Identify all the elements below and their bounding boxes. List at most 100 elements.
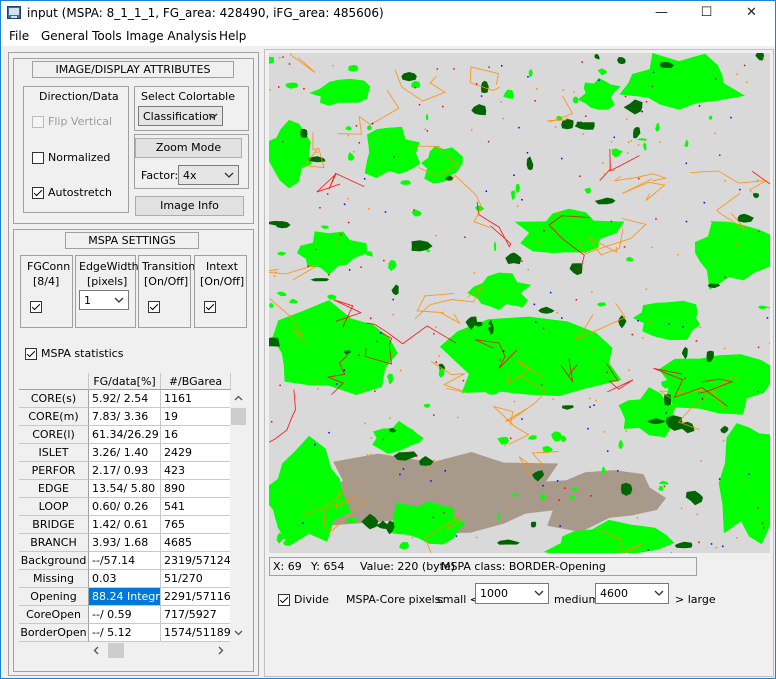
scroll-left-icon[interactable] (93, 646, 99, 655)
menu-image-analysis[interactable]: Image Analysis (126, 29, 217, 43)
status-y: Y: 654 (311, 560, 345, 573)
table-row-header: CORE(s) (19, 390, 89, 408)
fgconn-label: FGConn (27, 260, 71, 273)
table-horizontal-scroll-thumb[interactable] (108, 643, 124, 658)
table-cell-count[interactable]: 2291/57116 (161, 588, 231, 606)
intext-label: Intext (206, 260, 238, 273)
table-row-header: CORE(m) (19, 408, 89, 426)
table-cell-count[interactable]: 4685 (161, 534, 231, 552)
table-cell-fg[interactable]: --/ 0.59 (89, 606, 161, 624)
mspa-map-canvas[interactable] (269, 53, 770, 553)
column-header-fg[interactable]: FG/data[%] (89, 373, 161, 390)
menu-help[interactable]: Help (219, 29, 246, 43)
edgewidth-sub-label: [pixels] (87, 275, 128, 288)
colortable-select[interactable]: Classification (138, 106, 223, 126)
title-bar: input (MSPA: 8_1_1_1, FG_area: 428490, i… (1, 1, 775, 26)
medium-label: medium (554, 593, 600, 606)
table-cell-fg[interactable]: 5.92/ 2.54 (89, 390, 161, 408)
table-cell-count[interactable]: 19 (161, 408, 231, 426)
chevron-down-icon (534, 590, 544, 596)
table-row-header: EDGE (19, 480, 89, 498)
table-cell-fg[interactable]: 0.60/ 0.26 (89, 498, 161, 516)
normalized-checkbox[interactable] (32, 152, 44, 164)
table-cell-count[interactable]: 1574/51189 (161, 624, 231, 642)
table-cell-count[interactable]: 765 (161, 516, 231, 534)
table-cell-count[interactable]: 51/270 (161, 570, 231, 588)
flip-vertical-label: Flip Vertical (48, 115, 113, 128)
intext-checkbox[interactable] (204, 301, 216, 313)
intext-sub-label: [On/Off] (200, 275, 245, 288)
close-button[interactable]: ✕ (729, 1, 774, 26)
maximize-button[interactable]: ☐ (684, 1, 729, 26)
image-info-button[interactable]: Image Info (135, 196, 244, 216)
edgewidth-label: EdgeWidth (79, 260, 139, 273)
edgewidth-select[interactable]: 1 (79, 290, 129, 310)
table-cell-fg[interactable]: --/57.14 (89, 552, 161, 570)
table-cell-count[interactable]: 423 (161, 462, 231, 480)
table-row-header: PERFOR (19, 462, 89, 480)
table-cell-fg[interactable]: 3.93/ 1.68 (89, 534, 161, 552)
mspa-statistics-label: MSPA statistics (41, 347, 124, 360)
table-cell-fg[interactable]: 61.34/26.29 (89, 426, 161, 444)
table-row-header: Opening (19, 588, 89, 606)
factor-value: 4x (183, 169, 197, 182)
small-label: small < (437, 593, 480, 606)
medium-threshold-select[interactable]: 4600 (595, 583, 669, 604)
column-header-bgarea[interactable]: #/BGarea (161, 373, 231, 390)
table-cell-fg[interactable]: 7.83/ 3.36 (89, 408, 161, 426)
table-vertical-scrollbar[interactable] (230, 390, 247, 642)
factor-select[interactable]: 4x (178, 165, 239, 185)
small-threshold-select[interactable]: 1000 (475, 583, 549, 604)
chevron-down-icon (224, 172, 234, 178)
table-row-header: CORE(l) (19, 426, 89, 444)
table-cell-count[interactable]: 890 (161, 480, 231, 498)
fgconn-checkbox[interactable] (30, 301, 42, 313)
transition-sub-label: [On/Off] (144, 275, 189, 288)
table-cell-count[interactable]: 1161 (161, 390, 231, 408)
main-window: input (MSPA: 8_1_1_1, FG_area: 428490, i… (0, 0, 776, 679)
scroll-down-icon[interactable] (234, 630, 243, 636)
scroll-right-icon[interactable] (218, 646, 224, 655)
transition-checkbox[interactable] (148, 301, 160, 313)
table-cell-count[interactable]: 2429 (161, 444, 231, 462)
table-cell-fg[interactable]: 88.24 Integrity (89, 588, 161, 606)
mspa-map-image[interactable] (269, 53, 770, 553)
colortable-label: Select Colortable (141, 90, 236, 103)
status-x: X: 69 (273, 560, 302, 573)
autostretch-checkbox[interactable] (32, 187, 44, 199)
table-cell-fg[interactable]: 3.26/ 1.40 (89, 444, 161, 462)
table-cell-count[interactable]: 717/5927 (161, 606, 231, 624)
scroll-up-icon[interactable] (234, 395, 243, 401)
minimize-button[interactable]: — (639, 1, 684, 26)
direction-data-label: Direction/Data (39, 90, 119, 103)
table-cell-fg[interactable]: 2.17/ 0.93 (89, 462, 161, 480)
divide-checkbox[interactable] (278, 594, 290, 606)
chevron-down-icon (114, 297, 124, 303)
table-row-header: BRANCH (19, 534, 89, 552)
core-pixels-label: MSPA-Core pixels: (346, 593, 445, 606)
menu-file[interactable]: File (9, 29, 29, 43)
table-horizontal-scrollbar[interactable] (87, 642, 230, 659)
app-icon (7, 6, 21, 19)
table-cell-count[interactable]: 16 (161, 426, 231, 444)
table-row-header: Missing (19, 570, 89, 588)
table-row-header: LOOP (19, 498, 89, 516)
window-title: input (MSPA: 8_1_1_1, FG_area: 428490, i… (27, 6, 384, 20)
zoom-mode-button[interactable]: Zoom Mode (135, 138, 242, 158)
transition-label: Transition (142, 260, 196, 273)
menu-general-tools[interactable]: General Tools (41, 29, 122, 43)
status-bar: X: 69 Y: 654 Value: 220 (byte) MSPA clas… (269, 557, 697, 576)
table-cell-fg[interactable]: 1.42/ 0.61 (89, 516, 161, 534)
table-cell-count[interactable]: 2319/571240 (161, 552, 231, 570)
menu-bar: File General Tools Image Analysis Help (1, 26, 775, 46)
mspa-statistics-checkbox[interactable] (25, 348, 37, 360)
table-vertical-scroll-thumb[interactable] (231, 408, 246, 425)
mspa-settings-header: MSPA SETTINGS (65, 232, 199, 249)
divide-label: Divide (294, 593, 329, 606)
table-cell-fg[interactable]: --/ 5.12 (89, 624, 161, 642)
table-row-header: Background (19, 552, 89, 570)
flip-vertical-checkbox[interactable] (32, 116, 44, 128)
table-cell-count[interactable]: 541 (161, 498, 231, 516)
table-cell-fg[interactable]: 13.54/ 5.80 (89, 480, 161, 498)
table-cell-fg[interactable]: 0.03 (89, 570, 161, 588)
